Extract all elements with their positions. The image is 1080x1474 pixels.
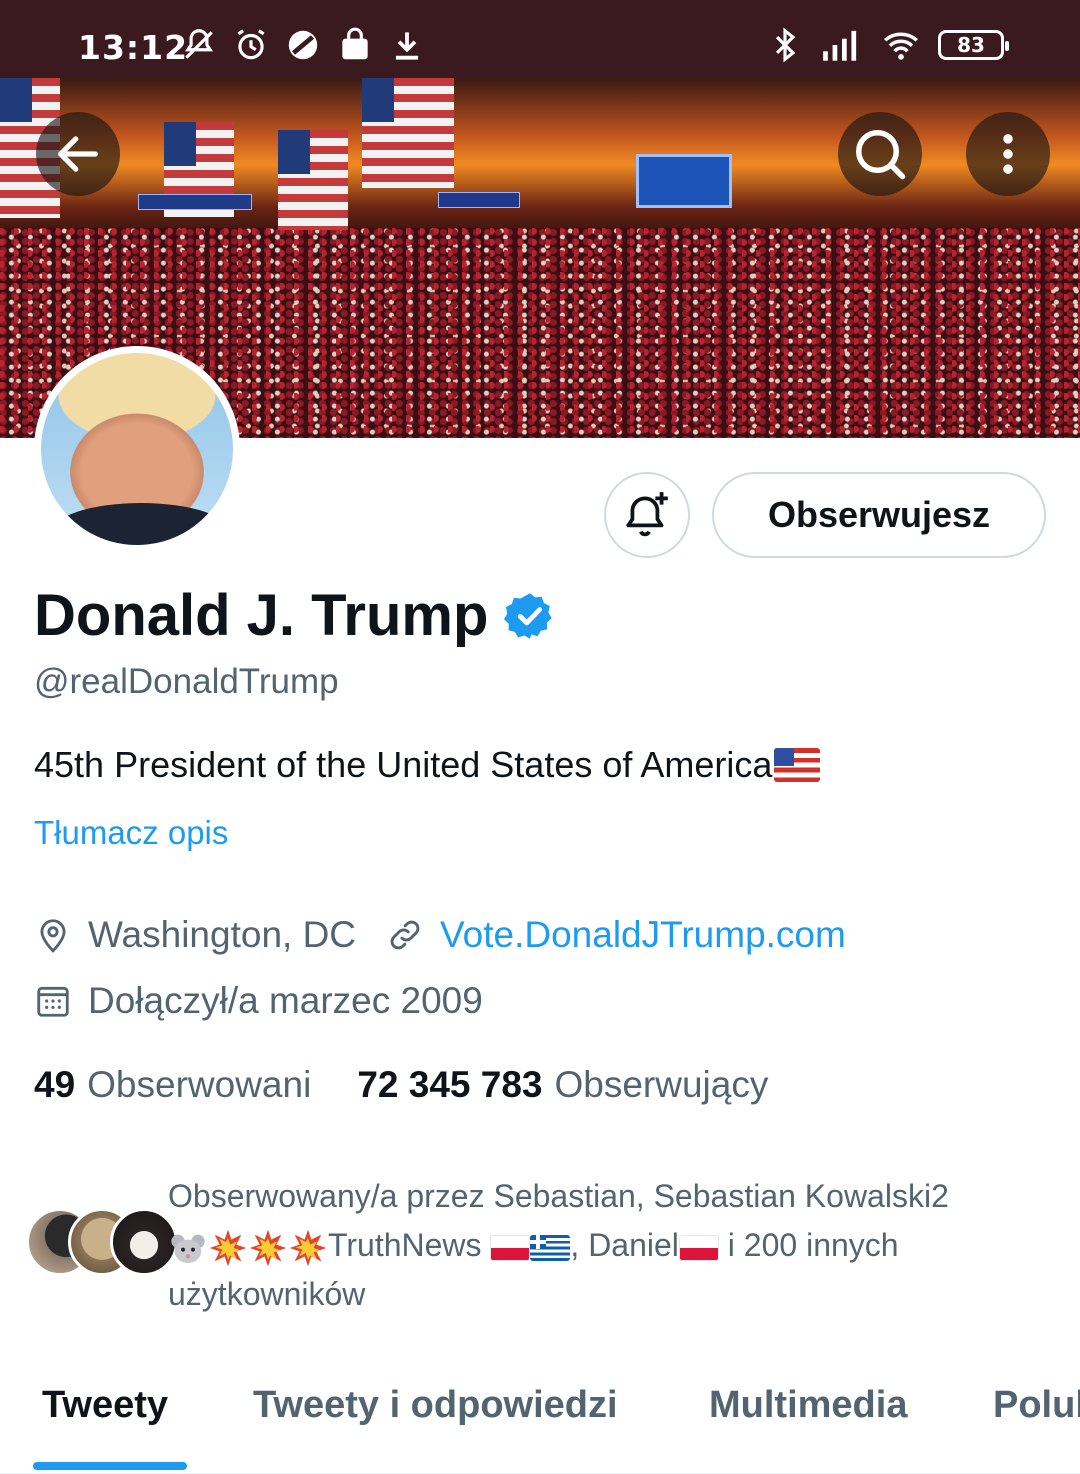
search-button[interactable] xyxy=(838,112,922,196)
app-icon xyxy=(288,30,318,60)
arrow-left-icon xyxy=(58,136,98,172)
bio-text: 45th President of the United States of A… xyxy=(34,744,773,785)
banner-sign xyxy=(138,194,252,210)
poland-flag-emoji xyxy=(678,1234,719,1261)
followed-by-truthnews: TruthNews xyxy=(328,1227,482,1263)
tab-media[interactable]: Multimedia xyxy=(709,1384,907,1427)
more-vertical-icon xyxy=(1003,134,1013,174)
profile-joined-date: Dołączył/a marzec 2009 xyxy=(88,980,483,1021)
known-followers-avatars[interactable] xyxy=(26,1208,178,1278)
signal-icon xyxy=(823,30,857,61)
tab-tweets[interactable]: Tweety xyxy=(42,1384,168,1427)
status-bar: 13:12 83 xyxy=(0,0,1080,78)
followed-by-daniel: Daniel xyxy=(588,1227,679,1263)
more-button[interactable] xyxy=(966,112,1050,196)
profile-bio: 45th President of the United States of A… xyxy=(34,744,821,786)
download-icon xyxy=(395,32,419,60)
collision-emoji-icon xyxy=(289,1229,327,1266)
profile-stats: 49 Obserwowani 72 345 783 Obserwujący xyxy=(34,1064,768,1106)
following-stat[interactable]: 49 Obserwowani xyxy=(34,1064,311,1106)
us-flag-emoji xyxy=(774,748,821,782)
banner-sign xyxy=(438,192,520,208)
followed-by-text[interactable]: Obserwowany/a przez Sebastian, Sebastian… xyxy=(168,1172,1058,1319)
tab-likes[interactable]: Polubione xyxy=(993,1384,1080,1427)
following-count: 49 xyxy=(34,1064,76,1105)
followed-by-suffix-2: użytkowników xyxy=(168,1276,366,1312)
alarm-icon xyxy=(237,29,265,60)
profile-meta-row: Washington, DC Vote.DonaldJTrump.com xyxy=(34,914,846,956)
bell-plus-icon xyxy=(626,492,668,537)
followers-label: Obserwujący xyxy=(554,1064,769,1105)
translate-bio-link[interactable]: Tłumacz opis xyxy=(34,814,228,852)
mute-icon xyxy=(184,29,214,59)
banner-flag xyxy=(362,78,454,188)
profile-name-row: Donald J. Trump xyxy=(34,582,556,649)
location-icon xyxy=(40,919,66,953)
calendar-icon xyxy=(37,986,69,1017)
battery-icon: 83 xyxy=(938,30,1009,60)
status-time: 13:12 xyxy=(78,28,189,67)
active-tab-indicator xyxy=(33,1462,187,1470)
following-button[interactable]: Obserwujesz xyxy=(712,472,1046,558)
profile-location: Washington, DC xyxy=(88,914,357,955)
banner-flag xyxy=(278,130,348,230)
collision-emoji-icon xyxy=(209,1229,247,1266)
wifi-icon xyxy=(884,32,918,60)
mouse-emoji-icon xyxy=(171,1234,205,1263)
profile-joined-row: Dołączył/a marzec 2009 xyxy=(34,980,483,1022)
notifications-button[interactable] xyxy=(604,472,690,558)
followed-by-comma: , xyxy=(570,1227,580,1263)
tab-tweets-and-replies[interactable]: Tweety i odpowiedzi xyxy=(253,1384,618,1427)
greece-flag-emoji xyxy=(530,1234,571,1261)
bluetooth-icon xyxy=(775,27,796,63)
followers-count: 72 345 783 xyxy=(357,1064,543,1105)
link-icon xyxy=(390,920,420,950)
battery-level: 83 xyxy=(957,33,985,57)
collision-emoji-icon xyxy=(249,1229,287,1266)
followers-stat[interactable]: 72 345 783 Obserwujący xyxy=(357,1064,768,1106)
followed-by-suffix: i 200 innych xyxy=(727,1227,899,1263)
profile-handle: @realDonaldTrump xyxy=(34,662,339,701)
profile-name: Donald J. Trump xyxy=(34,583,489,648)
avatar-suit xyxy=(51,503,231,545)
profile-avatar[interactable] xyxy=(34,346,240,552)
profile-website-link[interactable]: Vote.DonaldJTrump.com xyxy=(440,914,846,956)
back-button[interactable] xyxy=(36,112,120,196)
profile-tabs: Tweety Tweety i odpowiedzi Multimedia Po… xyxy=(0,1360,1080,1474)
verified-badge-icon xyxy=(504,592,553,639)
followed-by-prefix: Obserwowany/a przez Sebastian, Sebastian… xyxy=(168,1178,949,1214)
banner-screen xyxy=(636,154,732,208)
search-icon xyxy=(856,130,906,180)
bag-icon xyxy=(342,27,368,60)
poland-flag-emoji xyxy=(490,1234,531,1261)
following-label: Obserwowani xyxy=(87,1064,312,1105)
